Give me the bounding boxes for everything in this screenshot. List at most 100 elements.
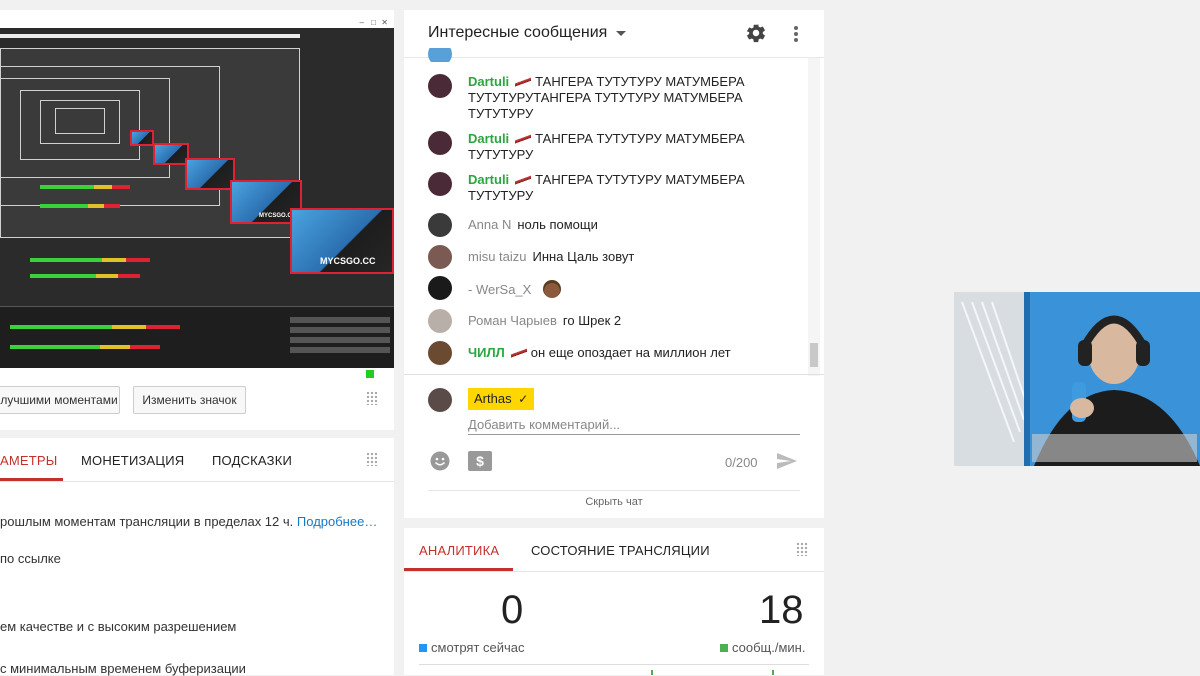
my-avatar: [428, 388, 452, 412]
main-webcam: MYCSGO.CC: [290, 208, 394, 274]
more-link[interactable]: Подробнее…: [297, 514, 377, 529]
message-text: он еще опоздает на миллион лет: [530, 345, 731, 360]
stream-preview[interactable]: – □ ✕ MYCSGO.CC MYCSGO.CC: [0, 18, 394, 380]
audio-meter: [40, 204, 120, 208]
chevron-down-icon[interactable]: [616, 31, 626, 36]
best-moments-button[interactable]: лучшими моментами: [0, 386, 120, 414]
chat-scrollbar[interactable]: [808, 58, 820, 376]
divider: [404, 374, 824, 375]
messages-per-minute-value: 18: [759, 588, 804, 632]
author-name[interactable]: Anna N: [468, 217, 511, 232]
author-name[interactable]: misu taizu: [468, 249, 527, 264]
tab-analytics[interactable]: АНАЛИТИКА: [419, 528, 499, 572]
change-icon-button[interactable]: Изменить значок: [133, 386, 246, 414]
live-chat: Интересные сообщения Dartuli ТАНГЕРА ТУТУ…: [404, 10, 824, 518]
message-body: - WerSa_X: [468, 280, 768, 298]
analytics-card: АНАЛИТИКА СОСТОЯНИЕ ТРАНСЛЯЦИИ 0 смотрят…: [404, 528, 824, 675]
chat-input[interactable]: Добавить комментарий...: [468, 417, 620, 432]
drag-handle-icon[interactable]: [796, 542, 808, 556]
verified-check-icon: ✓: [518, 392, 529, 406]
viewers-now-label: смотрят сейчас: [419, 640, 525, 655]
chart-tick: [772, 670, 774, 675]
tab-monetization[interactable]: МОНЕТИЗАЦИЯ: [81, 438, 184, 482]
stream-preview-card: – □ ✕ MYCSGO.CC MYCSGO.CC лучшими момент…: [0, 10, 394, 430]
message-body: Dartuli ТАНГЕРА ТУТУТУРУ МАТУМБЕРА ТУТУТУ…: [468, 74, 768, 122]
send-icon[interactable]: [776, 451, 798, 471]
emoji-icon[interactable]: [430, 451, 450, 471]
author-name[interactable]: ЧИЛЛ: [468, 345, 505, 360]
chart-baseline: [419, 664, 809, 665]
svg-text:$: $: [476, 453, 484, 469]
gear-icon[interactable]: [745, 22, 767, 44]
message-text: ТАНГЕРА ТУТУТУРУ МАТУМБЕРА ТУТУТУРУ: [468, 131, 745, 162]
char-counter: 0/200: [725, 455, 758, 470]
audio-meter: [10, 345, 160, 349]
nested-frame: [55, 108, 105, 134]
username-text: Arthas: [474, 391, 512, 406]
message-body: ЧИЛЛ он еще опоздает на миллион лет: [468, 345, 768, 361]
my-username: Arthas ✓: [468, 388, 535, 410]
drag-handle-icon[interactable]: [366, 391, 378, 405]
knife-badge-icon: [515, 77, 532, 87]
webcam-overlay: [954, 292, 1200, 466]
scrollbar-thumb[interactable]: [810, 343, 818, 367]
more-vert-icon[interactable]: [794, 26, 798, 42]
label-text: смотрят сейчас: [431, 640, 525, 655]
author-name[interactable]: Dartuli: [468, 74, 509, 89]
message-text: ноль помощи: [517, 217, 598, 232]
messages-per-minute-label: сообщ./мин.: [720, 640, 805, 655]
tab-parameters[interactable]: АМЕТРЫ: [0, 438, 58, 482]
avatar: [428, 213, 452, 237]
avatar: [428, 131, 452, 155]
tab-stream-health[interactable]: СОСТОЯНИЕ ТРАНСЛЯЦИИ: [531, 528, 710, 572]
setting-line: по ссылке: [0, 551, 61, 566]
audio-meter: [30, 258, 150, 262]
divider: [404, 571, 824, 572]
nested-webcam: [130, 130, 154, 146]
obs-statusbar: [0, 368, 394, 380]
divider: [428, 490, 800, 491]
label-text: сообщ./мин.: [732, 640, 806, 655]
man-face-emoji-icon: [543, 280, 562, 298]
author-name[interactable]: Роман Чарыев: [468, 313, 557, 328]
message-body: Роман Чарыев го Шрек 2: [468, 313, 768, 329]
obs-control-button: [290, 317, 390, 323]
setting-line: рошлым моментам трансляции в пределах 12…: [0, 514, 377, 529]
audio-meter: [40, 185, 130, 189]
author-name[interactable]: Dartuli: [468, 131, 509, 146]
setting-line: ем качестве и с высоким разрешением: [0, 619, 237, 634]
avatar: [428, 172, 452, 196]
tab-hints[interactable]: ПОДСКАЗКИ: [212, 438, 292, 482]
minimize-icon: –: [359, 18, 364, 27]
knife-badge-icon: [515, 134, 532, 144]
message-body: Dartuli ТАНГЕРА ТУТУТУРУ МАТУМБЕРА ТУТУТУ…: [468, 172, 768, 204]
close-icon: ✕: [381, 18, 388, 27]
drag-handle-icon[interactable]: [366, 452, 378, 466]
knife-badge-icon: [515, 175, 532, 185]
author-name[interactable]: Dartuli: [468, 172, 509, 187]
author-name[interactable]: - WerSa_X: [468, 282, 531, 297]
obs-menu-bar: [0, 34, 300, 38]
avatar: [428, 74, 452, 98]
avatar: [428, 48, 452, 62]
avatar: [428, 341, 452, 365]
audio-meter: [30, 274, 140, 278]
nested-webcam: [185, 158, 235, 190]
message-body: Anna N ноль помощи: [468, 217, 768, 233]
avatar: [428, 245, 452, 269]
obs-bottom-panel: [0, 306, 394, 368]
legend-square-icon: [419, 644, 427, 652]
obs-control-button: [290, 337, 390, 343]
divider: [0, 481, 394, 482]
logo-text: MYCSGO.CC: [320, 256, 376, 266]
avatar: [428, 309, 452, 333]
super-chat-icon[interactable]: $: [468, 451, 492, 471]
webcam-image: [954, 292, 1200, 466]
chart-tick: [651, 670, 653, 675]
obs-titlebar: – □ ✕: [0, 18, 394, 28]
message-text: го Шрек 2: [562, 313, 622, 328]
chat-mode-title[interactable]: Интересные сообщения: [428, 24, 607, 42]
status-indicator: [366, 370, 374, 378]
settings-card: АМЕТРЫ МОНЕТИЗАЦИЯ ПОДСКАЗКИ рошлым моме…: [0, 438, 394, 676]
hide-chat-button[interactable]: Скрыть чат: [404, 496, 824, 508]
